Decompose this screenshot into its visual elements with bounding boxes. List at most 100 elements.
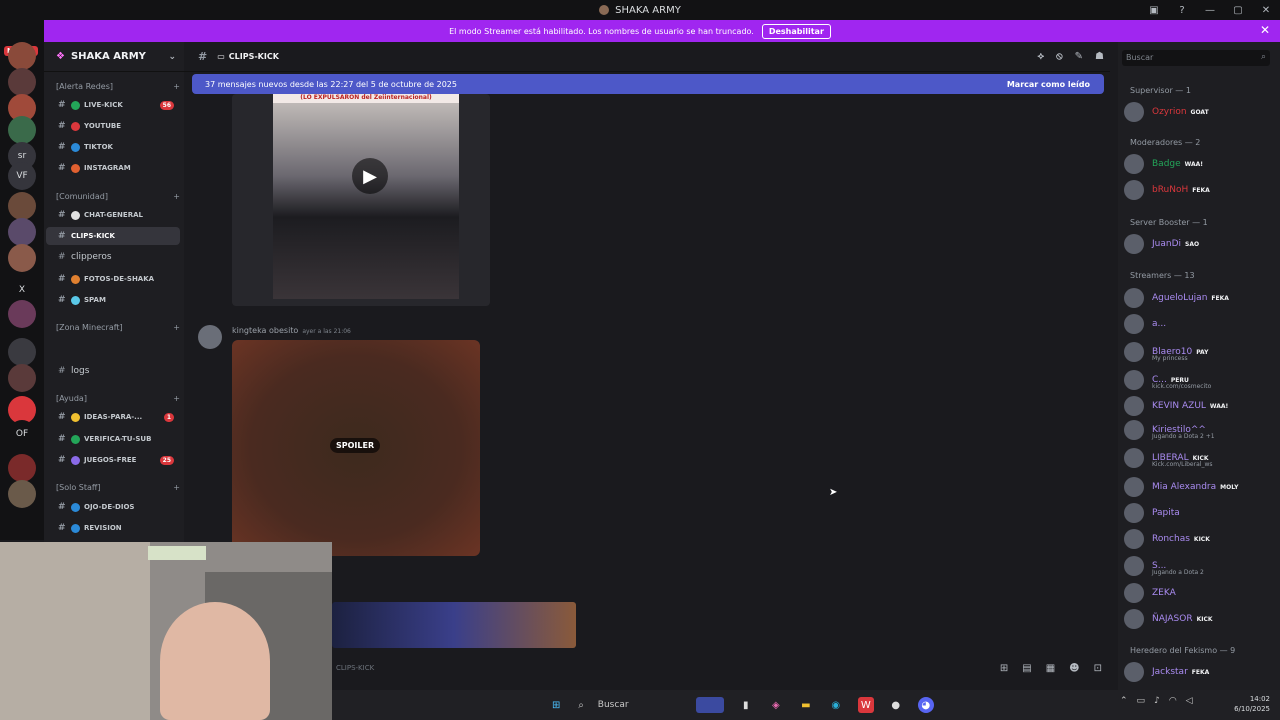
server-icon[interactable] — [8, 480, 36, 508]
member-item[interactable]: AgueloLujan FEKA — [1124, 286, 1274, 310]
taskbar-search[interactable]: Buscar — [598, 700, 682, 710]
add-channel-icon[interactable]: + — [173, 82, 180, 91]
clock-time[interactable]: 14:02 — [1234, 694, 1270, 704]
server-icon[interactable] — [8, 42, 36, 70]
windows-start-icon[interactable]: ⊞ — [548, 697, 564, 713]
avatar[interactable] — [198, 325, 222, 349]
member-item[interactable]: Jackstar FEKA — [1124, 660, 1274, 684]
play-icon[interactable]: ▶ — [352, 158, 388, 194]
channel-item[interactable]: # clipperos — [46, 248, 180, 266]
maximize-button[interactable]: ▢ — [1224, 5, 1252, 16]
channel-item[interactable]: # logs — [46, 362, 180, 380]
new-messages-bar[interactable]: 37 mensajes nuevos desde las 22:27 del 5… — [192, 74, 1104, 94]
add-channel-icon[interactable]: + — [173, 323, 180, 332]
member-item[interactable]: C... PERU kick.com/cosmecito — [1124, 368, 1274, 392]
file-explorer-icon[interactable]: ▬ — [798, 697, 814, 713]
close-window-button[interactable]: ✕ — [1252, 5, 1280, 16]
member-item[interactable]: a... — [1124, 312, 1274, 336]
mark-read-button[interactable]: Marcar como leído — [1007, 80, 1090, 89]
pin-icon[interactable]: ✎ — [1075, 51, 1083, 62]
video-embed[interactable]: (LO EXPULSARON del Zeiinternacional) ▶ — [232, 94, 490, 306]
channel-item[interactable]: # SPAM — [46, 291, 180, 309]
member-item[interactable]: Badge WAA! — [1124, 152, 1274, 176]
image-attachment[interactable] — [332, 602, 576, 648]
channel-item[interactable]: # VERIFICA-TU-SUB — [46, 430, 180, 448]
channel-item[interactable]: # REVISION — [46, 519, 180, 537]
streaming-app-icon[interactable]: W — [857, 697, 874, 713]
disable-streamer-button[interactable]: Deshabilitar — [761, 23, 831, 39]
task-view-icon[interactable]: ▮ — [738, 697, 754, 713]
server-header[interactable]: ❖ SHAKA ARMY ⌄ — [44, 42, 184, 72]
server-icon[interactable] — [8, 338, 36, 366]
close-banner-icon[interactable]: ✕ — [1260, 23, 1270, 37]
wifi-icon[interactable]: ◠ — [1169, 696, 1177, 706]
channel-item[interactable]: # INSTAGRAM — [46, 159, 180, 177]
message-input[interactable]: CLIPS-KICK ⊞ ▤ ▦ ☻ ⊡ — [332, 658, 1102, 678]
server-icon[interactable] — [8, 116, 36, 144]
minimize-button[interactable]: — — [1196, 5, 1224, 16]
search-input[interactable]: Buscar ⌕ — [1122, 50, 1270, 66]
member-item[interactable]: ZEKA — [1124, 581, 1274, 605]
channel-item[interactable]: # CHAT-GENERAL — [46, 206, 180, 224]
category-header[interactable]: [Zona Minecraft] + — [56, 323, 180, 332]
server-icon[interactable] — [8, 364, 36, 392]
server-icon[interactable]: VF — [8, 162, 36, 190]
member-item[interactable]: KEVIN AZUL WAA! — [1124, 394, 1274, 418]
discord-icon[interactable]: ◕ — [917, 697, 934, 713]
server-icon[interactable] — [8, 300, 36, 328]
members-icon[interactable]: ☗ — [1095, 51, 1104, 62]
server-icon[interactable] — [8, 68, 36, 96]
channel-item[interactable]: # FOTOS-DE-SHAKA — [46, 270, 180, 288]
channel-item[interactable]: # JUEGOS-FREE 25 — [46, 451, 180, 469]
server-icon[interactable] — [8, 454, 36, 482]
channel-item[interactable]: # OJO-DE-DIOS — [46, 498, 180, 516]
member-item[interactable]: ÑAJASOR KICK — [1124, 607, 1274, 631]
member-item[interactable]: JuanDi SAO — [1124, 232, 1274, 256]
widgets-icon[interactable] — [695, 697, 724, 713]
member-item[interactable]: Ronchas KICK — [1124, 527, 1274, 551]
add-channel-icon[interactable]: + — [173, 483, 180, 492]
author-name[interactable]: kingteka obesito — [232, 326, 298, 335]
obs-icon[interactable]: ● — [888, 697, 904, 713]
channel-item[interactable]: # TIKTOK — [46, 138, 180, 156]
add-channel-icon[interactable]: + — [173, 394, 180, 403]
channel-item[interactable]: # LIVE-KICK 56 — [46, 96, 180, 114]
spoiler-image[interactable]: SPOILER — [232, 340, 480, 556]
category-header[interactable]: [Ayuda] + — [56, 394, 180, 403]
gift-icon[interactable]: ⊞ — [1000, 663, 1008, 674]
inbox-icon[interactable]: ▣ — [1140, 5, 1168, 16]
chevron-up-icon[interactable]: ⌃ — [1120, 696, 1128, 706]
member-item[interactable]: Mia Alexandra MOLY — [1124, 475, 1274, 499]
server-icon[interactable] — [8, 218, 36, 246]
member-item[interactable]: LIBERAL KICK Kick.com/Liberal_ws — [1124, 446, 1274, 470]
threads-icon[interactable]: ⟡ — [1037, 51, 1044, 62]
mic-icon[interactable]: ♪ — [1154, 696, 1160, 706]
member-item[interactable]: Papita — [1124, 501, 1274, 525]
network-status-icon[interactable]: ▭ — [1137, 696, 1146, 706]
member-item[interactable]: S... Jugando a Dota 2 — [1124, 554, 1274, 578]
category-header[interactable]: [Alerta Redes] + — [56, 82, 180, 91]
category-header[interactable]: [Solo Staff] + — [56, 483, 180, 492]
copilot-icon[interactable]: ◈ — [768, 697, 784, 713]
channel-item[interactable]: # IDEAS-PARA-... 1 — [46, 408, 180, 426]
member-item[interactable]: bRuNoH FEKA — [1124, 178, 1274, 202]
category-header[interactable]: [Comunidad] + — [56, 192, 180, 201]
member-item[interactable]: Blaero10 PAY My princess — [1124, 340, 1274, 364]
sticker-icon[interactable]: ▦ — [1046, 663, 1055, 674]
apps-icon[interactable]: ⊡ — [1094, 663, 1102, 674]
server-icon[interactable]: OF — [8, 420, 36, 448]
member-item[interactable]: Kiriestilo^^ Jugando a Dota 2 +1 — [1124, 418, 1274, 442]
channel-item[interactable]: # CLIPS-KICK — [46, 227, 180, 245]
message-author[interactable]: kingteka obesito ayer a las 21:06 — [232, 326, 351, 335]
clock-date[interactable]: 6/10/2025 — [1234, 704, 1270, 714]
channel-item[interactable]: # YOUTUBE — [46, 117, 180, 135]
help-icon[interactable]: ? — [1168, 5, 1196, 16]
edge-icon[interactable]: ◉ — [828, 697, 844, 713]
member-item[interactable]: Ozyrion GOAT — [1124, 100, 1274, 124]
gif-icon[interactable]: ▤ — [1022, 663, 1031, 674]
mute-icon[interactable]: ⦸ — [1056, 51, 1063, 62]
server-icon[interactable] — [8, 192, 36, 220]
emoji-icon[interactable]: ☻ — [1069, 663, 1079, 674]
volume-icon[interactable]: ◁ — [1186, 696, 1193, 706]
add-channel-icon[interactable]: + — [173, 192, 180, 201]
